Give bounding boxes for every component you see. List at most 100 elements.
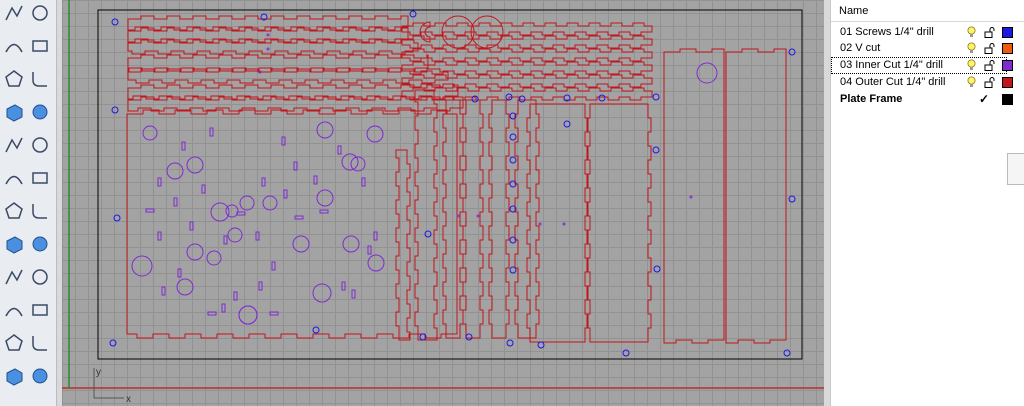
inner-cut-hole[interactable] <box>696 62 718 84</box>
inner-cut-slot[interactable] <box>281 136 286 146</box>
inner-cut-slot[interactable] <box>351 289 356 299</box>
inner-cut-hole[interactable] <box>186 243 204 261</box>
cut-connector-row[interactable] <box>401 48 653 62</box>
outer-cut-curves[interactable] <box>126 15 787 344</box>
screw-hole[interactable] <box>653 265 661 273</box>
v-cut-point[interactable] <box>456 214 460 218</box>
inner-cut-hole[interactable] <box>316 189 334 207</box>
cut-panel-right-2[interactable] <box>725 48 787 344</box>
screw-hole[interactable] <box>788 48 796 56</box>
screw-holes[interactable] <box>109 10 796 357</box>
inner-cut-hole[interactable] <box>262 195 278 211</box>
layer-color-swatch[interactable] <box>1002 77 1013 88</box>
inner-cut-slot[interactable] <box>201 184 206 194</box>
inner-cut-slot[interactable] <box>177 268 182 278</box>
cut-strip-vertical[interactable] <box>514 99 540 339</box>
inner-cut-slot[interactable] <box>181 141 186 151</box>
layer-row[interactable]: 03 Inner Cut 1/4" drill <box>831 57 1013 74</box>
move-icon[interactable] <box>29 266 51 288</box>
screw-hole[interactable] <box>424 230 432 238</box>
inner-cut-slot[interactable] <box>294 215 304 220</box>
screw-hole[interactable] <box>506 339 514 347</box>
grid-snap-icon[interactable] <box>3 365 25 387</box>
v-cut-point[interactable] <box>476 214 480 218</box>
inner-cut-hole[interactable] <box>227 227 243 243</box>
inner-cut-slot[interactable] <box>209 127 214 137</box>
rectangle-icon[interactable] <box>29 35 51 57</box>
v-cut-point[interactable] <box>266 33 270 37</box>
screw-hole[interactable] <box>788 195 796 203</box>
inner-cut-slot[interactable] <box>189 221 194 231</box>
boolean-union-icon[interactable] <box>3 200 25 222</box>
top-viewport[interactable]: y x <box>62 0 824 406</box>
inner-cut-slot[interactable] <box>161 286 166 296</box>
screw-hole[interactable] <box>113 214 121 222</box>
inner-cut-slot[interactable] <box>261 177 266 187</box>
v-cut-point[interactable] <box>538 222 542 226</box>
inner-cut-slot[interactable] <box>269 311 279 316</box>
inner-cut-slot[interactable] <box>283 189 288 199</box>
layer-visible-bulb-icon[interactable] <box>967 26 976 39</box>
screw-hole[interactable] <box>598 94 606 102</box>
v-cut-point[interactable] <box>562 222 566 226</box>
layer-unlocked-icon[interactable] <box>984 43 995 54</box>
inner-cut-slot[interactable] <box>223 235 228 245</box>
screw-hole[interactable] <box>783 349 791 357</box>
screw-hole[interactable] <box>622 349 630 357</box>
inner-cut-hole[interactable] <box>176 278 194 296</box>
cylinder-icon[interactable] <box>3 134 25 156</box>
polygon-icon[interactable] <box>3 68 25 90</box>
inner-cut-hole[interactable] <box>131 255 153 277</box>
inner-cut-hole[interactable] <box>366 125 384 143</box>
inner-cut-slot[interactable] <box>293 161 298 171</box>
layer-unlocked-icon[interactable] <box>984 27 995 38</box>
cut-panel-right-1[interactable] <box>663 48 725 344</box>
layer-visible-bulb-icon[interactable] <box>967 76 976 89</box>
inner-cut-slot[interactable] <box>236 211 246 216</box>
screw-hole[interactable] <box>111 18 119 26</box>
panel-collapse-tab[interactable] <box>1007 153 1024 185</box>
screw-hole[interactable] <box>312 326 320 334</box>
v-cut-point[interactable] <box>689 195 693 199</box>
cut-panel-mid-2[interactable] <box>586 103 652 343</box>
extrude-icon[interactable] <box>3 266 25 288</box>
inner-cut-slot[interactable] <box>373 231 378 241</box>
inner-cut-slot[interactable] <box>157 177 162 187</box>
inner-cut-hole[interactable] <box>225 204 239 218</box>
layer-row[interactable]: Plate Frame ✓ <box>831 91 1013 108</box>
inner-cut-slot[interactable] <box>319 209 329 214</box>
layer-row[interactable]: 01 Screws 1/4" drill <box>831 24 1013 41</box>
inner-cut-hole[interactable] <box>292 235 310 253</box>
cut-strip-vertical[interactable] <box>442 99 464 339</box>
cut-strip[interactable] <box>127 39 419 55</box>
dimension-icon[interactable] <box>29 332 51 354</box>
inner-cut-slot[interactable] <box>341 281 346 291</box>
layer-visible-bulb-icon[interactable] <box>967 59 976 72</box>
layer-visible-bulb-icon[interactable] <box>967 42 976 55</box>
explode-icon[interactable] <box>3 167 25 189</box>
inner-cut-hole[interactable] <box>239 195 255 211</box>
inner-cut-slot[interactable] <box>233 291 238 301</box>
boolean-split-icon[interactable] <box>29 200 51 222</box>
inner-cut-hole[interactable] <box>312 283 332 303</box>
inner-cut-slot[interactable] <box>361 177 366 187</box>
inner-cut-slot[interactable] <box>271 261 276 271</box>
screw-hole[interactable] <box>652 146 660 154</box>
cut-strip-vertical[interactable] <box>395 149 411 341</box>
layer-color-swatch[interactable] <box>1002 27 1013 38</box>
join-icon[interactable] <box>29 167 51 189</box>
layer-color-swatch[interactable] <box>1002 60 1013 71</box>
inner-cut-hole[interactable] <box>316 121 334 139</box>
inner-cut-slot[interactable] <box>157 231 162 241</box>
inner-cut-slot[interactable] <box>337 145 342 155</box>
inner-cut-hole[interactable] <box>342 235 360 253</box>
layer-color-swatch[interactable] <box>1002 43 1013 54</box>
inner-cut-slot[interactable] <box>145 208 155 213</box>
curve-from-object-icon[interactable] <box>3 233 25 255</box>
inner-cut-hole[interactable] <box>142 125 158 141</box>
inner-cut-hole[interactable] <box>186 156 204 174</box>
cut-connector-row[interactable] <box>401 35 653 49</box>
screw-hole[interactable] <box>652 93 660 101</box>
inner-cut-slot[interactable] <box>255 231 260 241</box>
plane-surface-icon[interactable] <box>29 134 51 156</box>
